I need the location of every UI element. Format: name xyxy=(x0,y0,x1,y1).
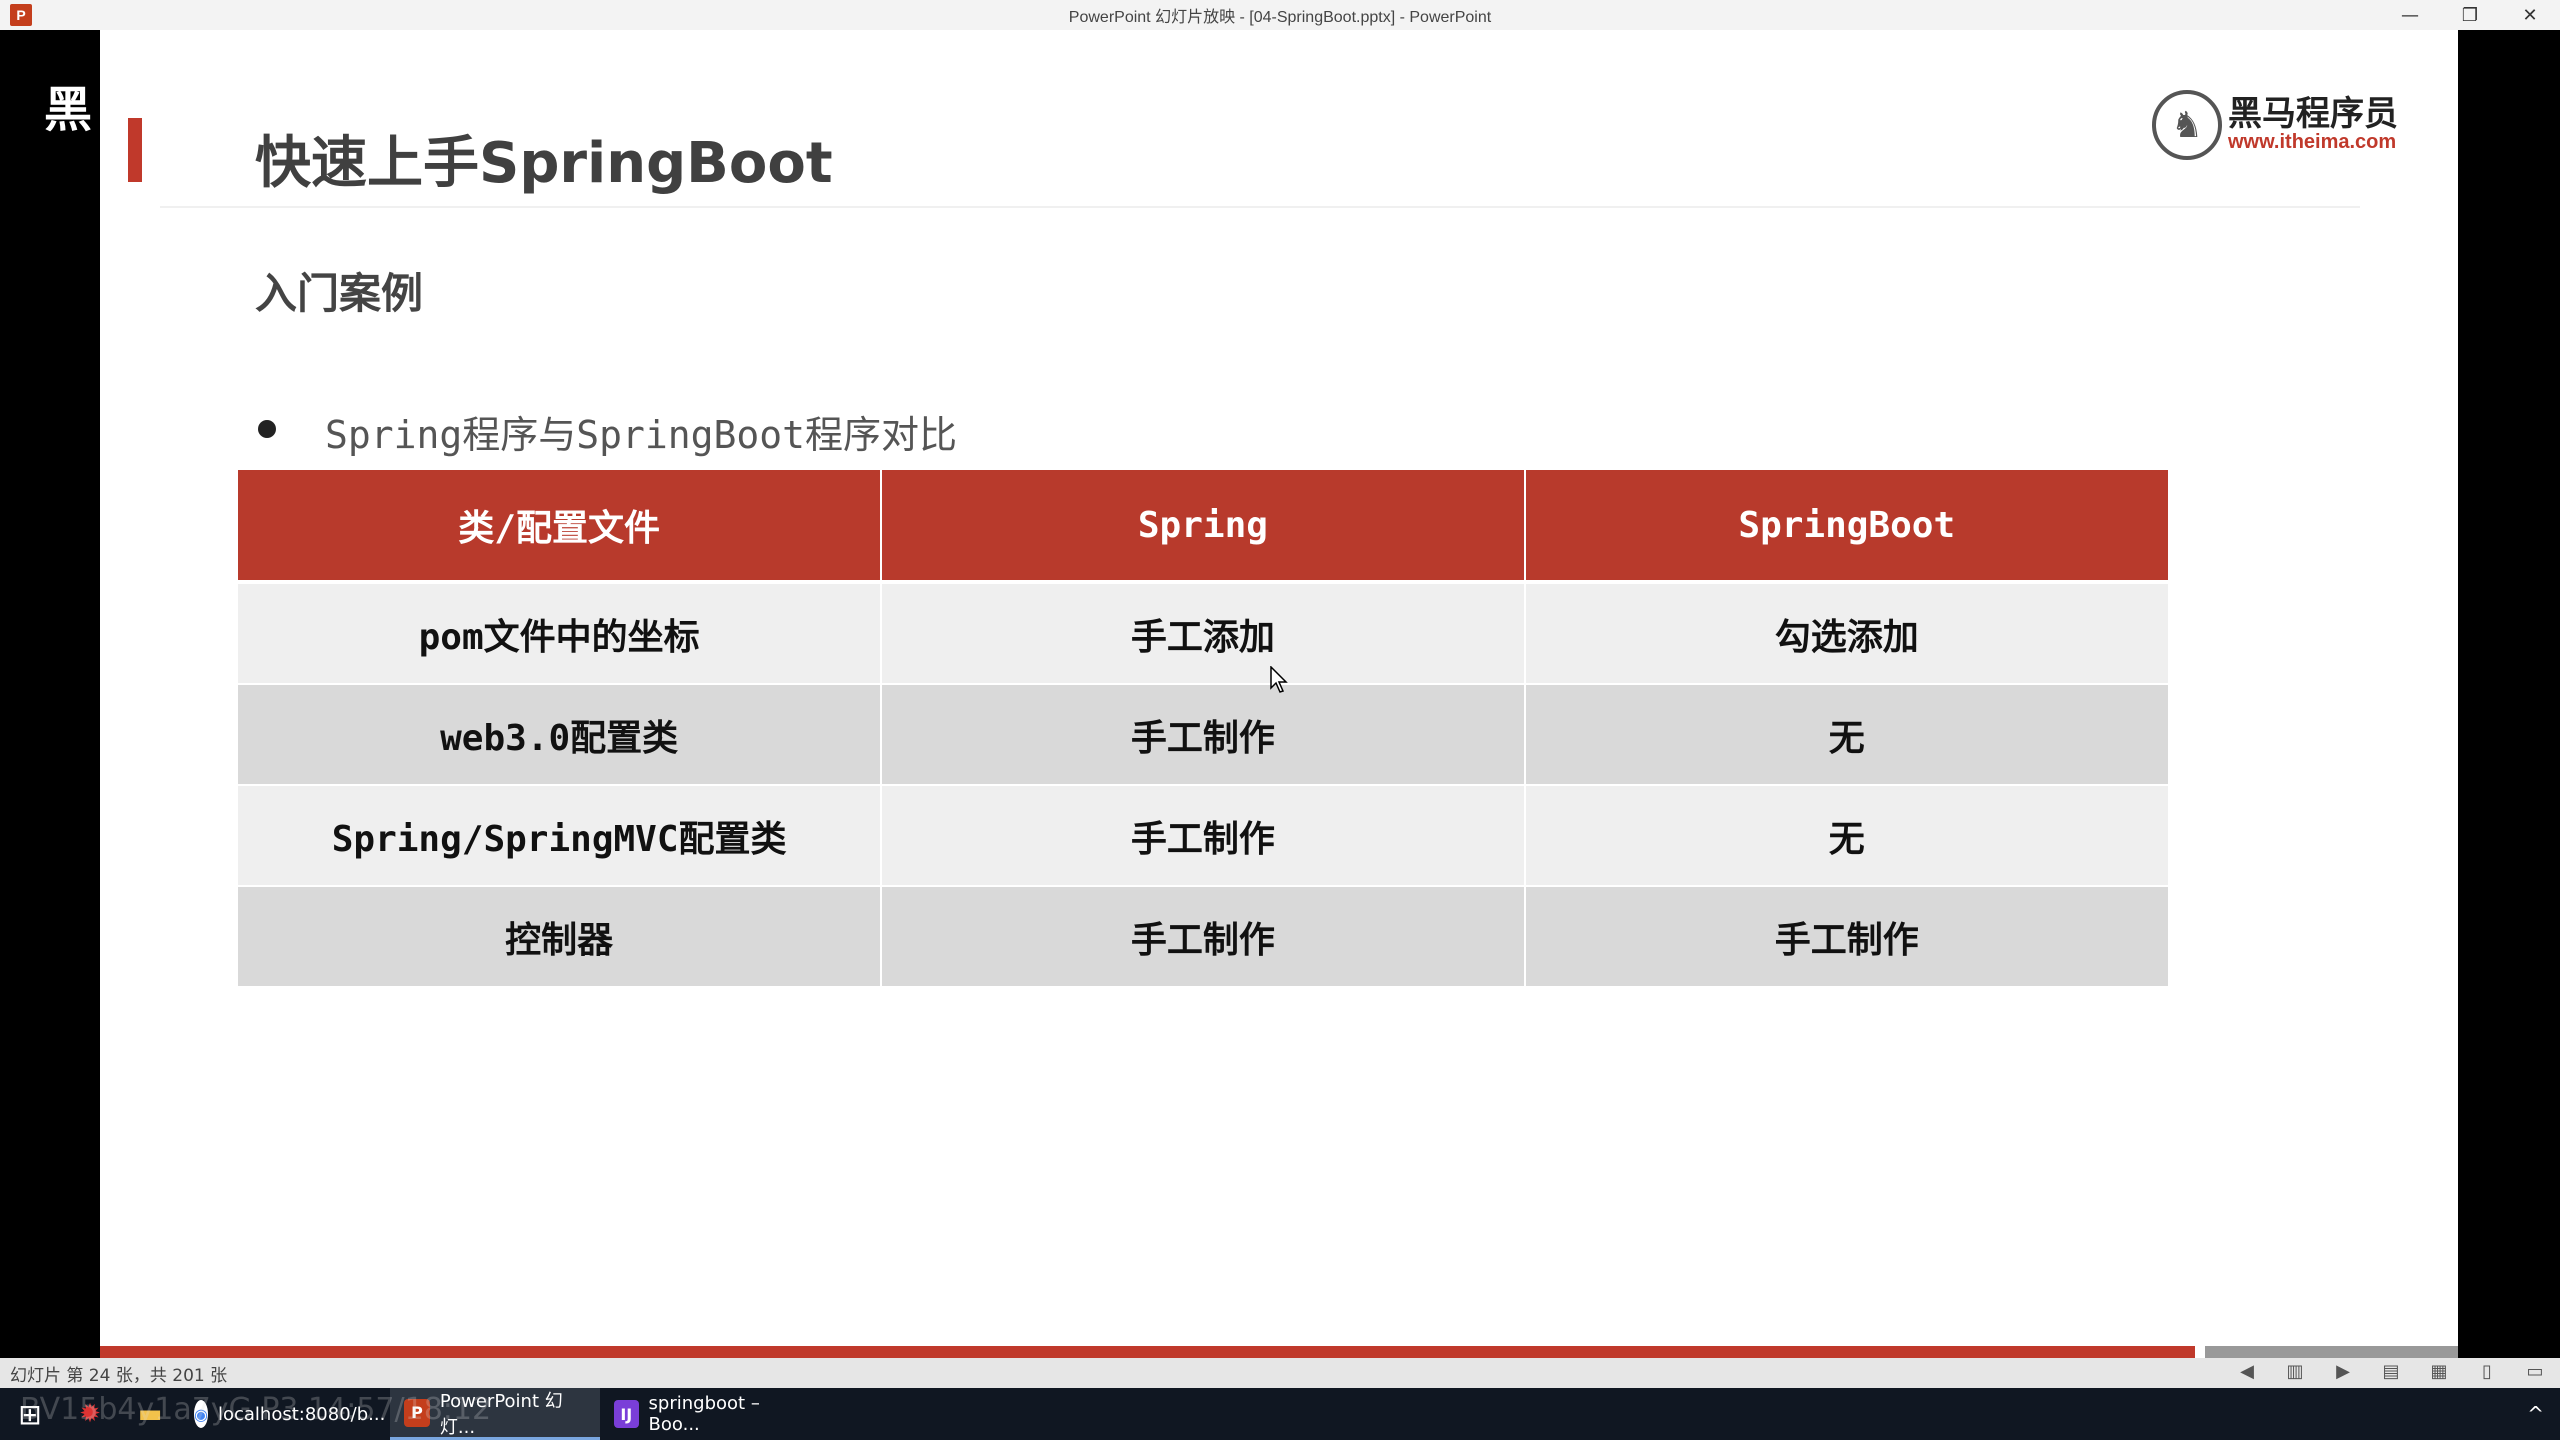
window-controls: — ❐ ✕ xyxy=(2380,0,2560,30)
file-explorer-icon[interactable]: ▬ xyxy=(120,1388,180,1440)
slide-bottom-accent xyxy=(100,1346,2195,1358)
table-cell: web3.0配置类 xyxy=(238,684,883,786)
taskbar-label: PowerPoint 幻灯... xyxy=(439,1390,563,1438)
table-row: 控制器 手工制作 手工制作 xyxy=(238,886,2168,988)
left-letterbox xyxy=(0,30,100,1388)
windows-taskbar: ⊞ ✹ ▬ ◉ localhost:8080/b... P PowerPoint… xyxy=(0,1388,2560,1440)
chrome-icon: ◉ xyxy=(194,1400,208,1428)
slide-title: 快速上手SpringBoot xyxy=(255,131,833,196)
bullet-dot-icon xyxy=(258,420,276,438)
table-header-cell: Spring xyxy=(881,470,1526,584)
table-cell: 控制器 xyxy=(238,886,883,988)
taskbar-chrome[interactable]: ◉ localhost:8080/b... xyxy=(180,1388,390,1440)
slide[interactable]: 快速上手SpringBoot ♞ 黑马程序员 www.itheima.com 入… xyxy=(100,30,2458,1358)
slide-sorter-icon[interactable]: ▦ xyxy=(2426,1361,2452,1382)
taskbar-label: springboot – Boo... xyxy=(648,1393,760,1435)
title-divider xyxy=(160,206,2360,208)
table-row: pom文件中的坐标 手工添加 勾选添加 xyxy=(238,582,2168,685)
slideshow-controls: ◀ ▥ ▶ ▤ ▦ ▯ ▭ xyxy=(2234,1361,2548,1382)
comparison-table: 类/配置文件 Spring SpringBoot pom文件中的坐标 手工添加 … xyxy=(238,470,2168,988)
watermark-main: 黑 xyxy=(44,82,93,138)
table-cell: 手工制作 xyxy=(881,684,1526,786)
logo-name: 黑马程序员 xyxy=(2228,93,2398,134)
table-cell: 手工添加 xyxy=(881,582,1526,685)
window-titlebar: P PowerPoint 幻灯片放映 - [04-SpringBoot.pptx… xyxy=(0,0,2560,31)
taskbar-intellij[interactable]: IJ springboot – Boo... xyxy=(600,1388,810,1440)
next-slide-icon[interactable]: ▶ xyxy=(2330,1361,2356,1382)
slideshow-view-icon[interactable]: ▭ xyxy=(2522,1361,2548,1382)
table-header-cell: SpringBoot xyxy=(1524,470,2168,584)
powerpoint-icon: P xyxy=(404,1398,430,1427)
previous-slide-icon[interactable]: ◀ xyxy=(2234,1361,2260,1382)
table-header-cell: 类/配置文件 xyxy=(238,470,883,584)
windows-start-icon[interactable]: ⊞ xyxy=(0,1388,60,1440)
taskbar-powerpoint[interactable]: P PowerPoint 幻灯... xyxy=(390,1388,600,1440)
window-title: PowerPoint 幻灯片放映 - [04-SpringBoot.pptx] … xyxy=(1068,9,1492,26)
logo-url: www.itheima.com xyxy=(2228,131,2397,154)
close-button[interactable]: ✕ xyxy=(2500,0,2560,30)
bullet-text: Spring程序与SpringBoot程序对比 xyxy=(325,413,958,457)
mouse-cursor-icon xyxy=(1270,666,1288,693)
table-cell: 无 xyxy=(1524,684,2168,786)
red-app-icon[interactable]: ✹ xyxy=(60,1388,120,1440)
intellij-icon: IJ xyxy=(614,1400,639,1428)
table-cell: 手工制作 xyxy=(1524,886,2168,988)
itheima-logo: ♞ 黑马程序员 www.itheima.com xyxy=(2152,90,2398,160)
restore-button[interactable]: ❐ xyxy=(2440,0,2500,30)
taskbar-label: localhost:8080/b... xyxy=(217,1403,386,1425)
table-cell: 手工制作 xyxy=(881,886,1526,988)
table-row: Spring/SpringMVC配置类 手工制作 无 xyxy=(238,785,2168,887)
table-header-row: 类/配置文件 Spring SpringBoot xyxy=(238,470,2168,584)
right-letterbox xyxy=(2458,30,2560,1388)
normal-view-icon[interactable]: ▤ xyxy=(2378,1361,2404,1382)
table-cell: pom文件中的坐标 xyxy=(238,582,883,685)
title-accent-bar xyxy=(128,118,142,182)
slide-subtitle: 入门案例 xyxy=(255,269,424,318)
table-cell: 勾选添加 xyxy=(1524,582,2168,685)
slideshow-statusbar: 幻灯片 第 24 张，共 201 张 ◀ ▥ ▶ ▤ ▦ ▯ ▭ xyxy=(0,1358,2560,1388)
minimize-button[interactable]: — xyxy=(2380,0,2440,30)
horse-logo-icon: ♞ xyxy=(2152,90,2222,160)
table-row: web3.0配置类 手工制作 无 xyxy=(238,684,2168,786)
table-cell: 无 xyxy=(1524,785,2168,887)
slide-menu-icon[interactable]: ▥ xyxy=(2282,1361,2308,1382)
slide-counter: 幻灯片 第 24 张，共 201 张 xyxy=(10,1365,228,1386)
reading-view-icon[interactable]: ▯ xyxy=(2474,1361,2500,1382)
table-cell: 手工制作 xyxy=(881,785,1526,887)
slide-bottom-gray xyxy=(2205,1346,2458,1358)
channel-watermark: 黑 xyxy=(44,70,92,140)
tray-chevron-icon[interactable]: ^ xyxy=(2527,1402,2544,1426)
table-cell: Spring/SpringMVC配置类 xyxy=(238,785,883,887)
powerpoint-app-icon[interactable]: P xyxy=(10,4,32,26)
